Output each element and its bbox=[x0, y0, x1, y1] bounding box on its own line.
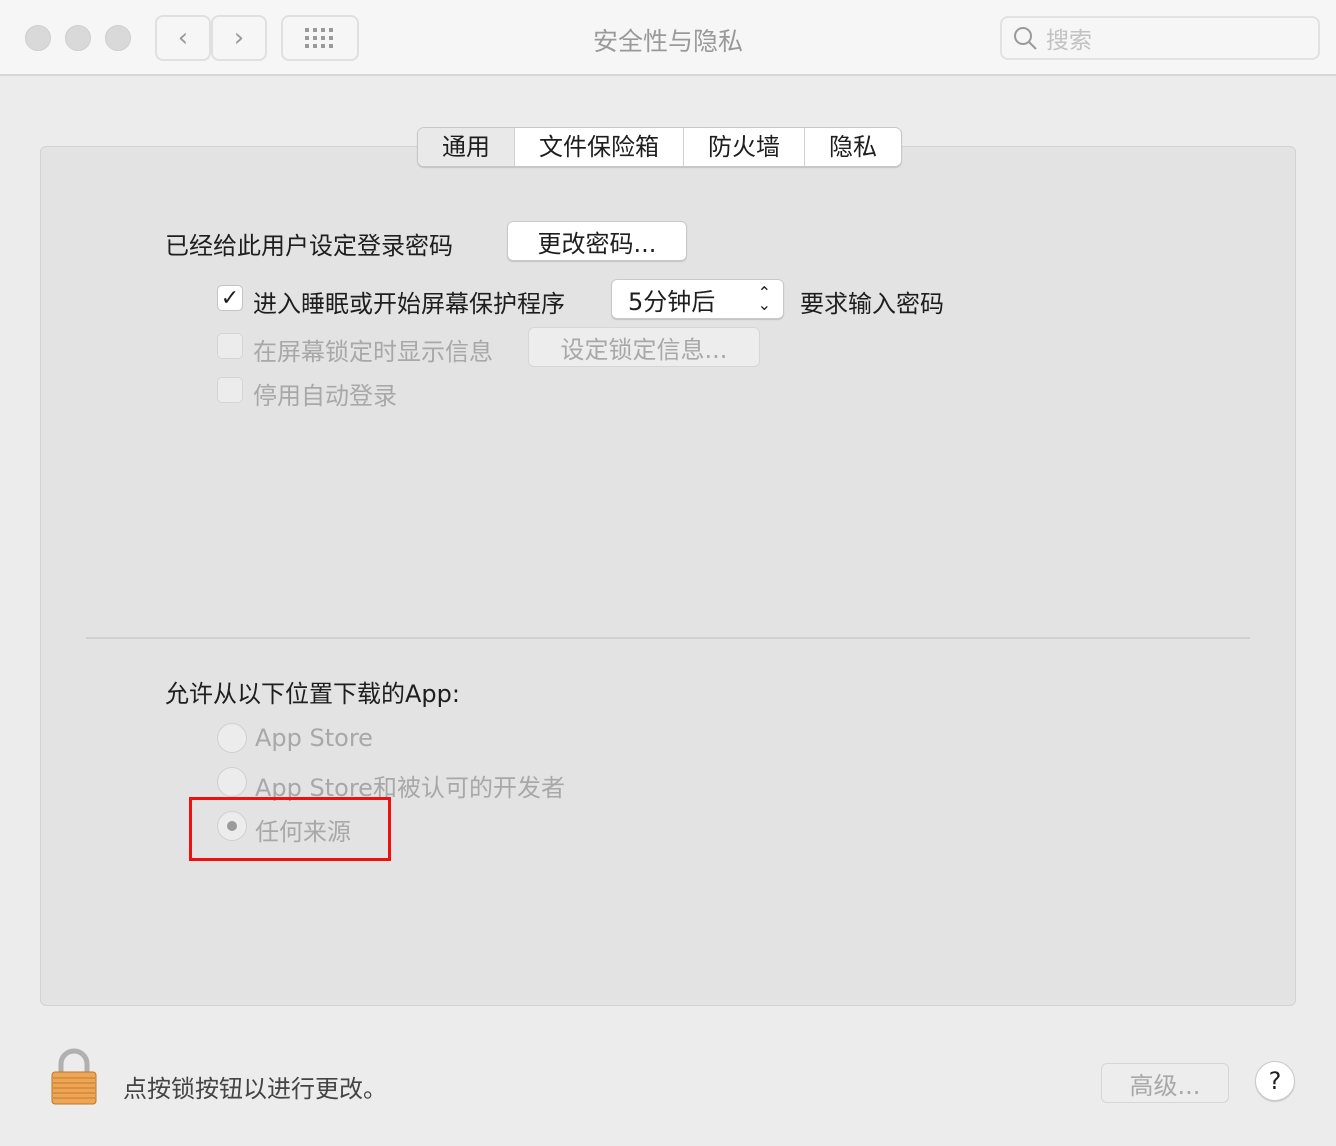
search-icon bbox=[1014, 27, 1037, 50]
updown-chevron-icon: ⌃ ⌄ bbox=[757, 283, 771, 314]
search-placeholder: 搜索 bbox=[1046, 28, 1092, 54]
allow-apps-label: 允许从以下位置下载的App: bbox=[165, 680, 460, 708]
require-password-checkbox[interactable]: ✓ bbox=[217, 285, 243, 311]
radio-identified-developers[interactable] bbox=[217, 767, 247, 797]
disable-autologin-label: 停用自动登录 bbox=[253, 382, 397, 410]
disable-autologin-checkbox[interactable] bbox=[217, 377, 243, 403]
tab-privacy[interactable]: 隐私 bbox=[805, 128, 901, 166]
help-button[interactable]: ? bbox=[1255, 1061, 1295, 1101]
set-lock-message-button[interactable]: 设定锁定信息... bbox=[528, 327, 760, 367]
search-input[interactable]: 搜索 bbox=[1000, 16, 1320, 60]
show-message-checkbox[interactable] bbox=[217, 333, 243, 359]
password-set-label: 已经给此用户设定登录密码 bbox=[165, 232, 453, 260]
highlight-box bbox=[189, 797, 391, 861]
require-password-label: 进入睡眠或开始屏幕保护程序 bbox=[253, 290, 565, 318]
radio-app-store-label: App Store bbox=[255, 724, 373, 752]
divider bbox=[86, 637, 1250, 639]
lock-icon[interactable] bbox=[50, 1048, 98, 1110]
tab-bar: 通用 文件保险箱 防火墙 隐私 bbox=[417, 127, 902, 167]
password-delay-select[interactable]: 5分钟后 ⌃ ⌄ bbox=[611, 279, 784, 319]
show-message-label: 在屏幕锁定时显示信息 bbox=[253, 338, 493, 366]
radio-app-store[interactable] bbox=[217, 723, 247, 753]
tab-firewall[interactable]: 防火墙 bbox=[684, 128, 805, 166]
password-delay-value: 5分钟后 bbox=[628, 287, 716, 316]
checkmark-icon: ✓ bbox=[220, 285, 240, 311]
tab-filevault[interactable]: 文件保险箱 bbox=[515, 128, 684, 166]
lock-hint-text: 点按锁按钮以进行更改。 bbox=[123, 1075, 387, 1103]
change-password-button[interactable]: 更改密码... bbox=[507, 221, 687, 261]
advanced-button[interactable]: 高级... bbox=[1101, 1063, 1229, 1103]
require-password-suffix: 要求输入密码 bbox=[800, 290, 944, 318]
tab-general[interactable]: 通用 bbox=[418, 128, 515, 166]
content-panel bbox=[40, 146, 1296, 1006]
